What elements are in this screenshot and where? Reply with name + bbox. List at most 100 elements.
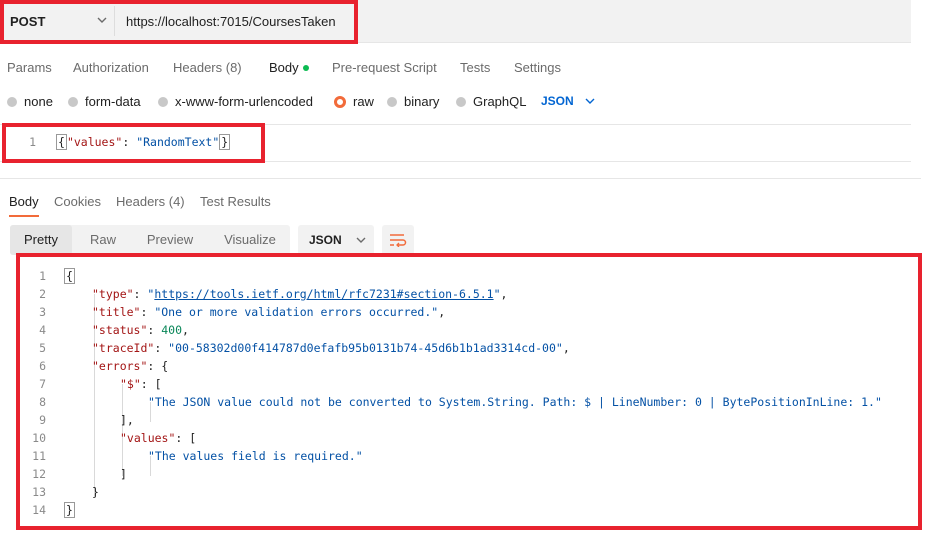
json-punctuation: } [64, 502, 75, 518]
view-raw[interactable]: Raw [76, 225, 130, 255]
radio-binary[interactable]: binary [387, 94, 439, 109]
json-punctuation: } [92, 485, 99, 499]
url-input[interactable]: https://localhost:7015/CoursesTaken [126, 14, 336, 29]
body-type-options: none form-data x-www-form-urlencoded raw… [0, 94, 936, 114]
tab-settings[interactable]: Settings [514, 60, 561, 75]
line-number: 10 [32, 431, 46, 445]
brace-close: } [219, 134, 231, 150]
method-label: POST [10, 13, 46, 29]
json-punctuation: : [147, 323, 162, 337]
radio-graphql[interactable]: GraphQL [456, 94, 526, 109]
json-punctuation: ], [120, 413, 134, 427]
json-link[interactable]: https://tools.ietf.org/html/rfc7231#sect… [154, 287, 493, 301]
line-number: 3 [39, 305, 46, 319]
radio-label: binary [404, 94, 440, 109]
tab-headers[interactable]: Headers (8) [173, 60, 242, 75]
url-bar: POST https://localhost:7015/CoursesTaken [0, 0, 911, 43]
active-tab-underline [9, 215, 39, 217]
view-preview[interactable]: Preview [134, 225, 206, 255]
line-number: 11 [32, 449, 46, 463]
tab-cookies[interactable]: Cookies [54, 194, 101, 209]
response-tabs: Body Cookies Headers (4) Test Results [0, 192, 936, 220]
code-line: "traceId": "00-58302d00f414787d0efafb95b… [92, 341, 570, 355]
radio-none[interactable]: none [7, 94, 53, 109]
json-punctuation: , [562, 341, 570, 355]
line-number: 4 [39, 323, 46, 337]
json-punctuation: : [ [140, 377, 162, 391]
code-line: "status": 400, [92, 323, 189, 337]
tab-body-label: Body [269, 60, 299, 75]
json-number: 400 [161, 323, 183, 337]
json-punctuation: { [64, 268, 75, 284]
code-line: "$": [ [120, 377, 162, 391]
method-select[interactable]: POST [6, 4, 110, 38]
tab-params[interactable]: Params [7, 60, 52, 75]
tab-tests[interactable]: Tests [460, 60, 490, 75]
json-key: "type" [92, 287, 134, 301]
code-line: "The JSON value could not be converted t… [148, 395, 882, 409]
request-body-editor[interactable]: 1 {"values": "RandomText"} [0, 124, 911, 162]
indent-guide [122, 384, 123, 476]
json-punctuation: : [ [175, 431, 197, 445]
line-number: 5 [39, 341, 46, 355]
radio-raw[interactable]: raw [334, 94, 374, 109]
radio-x-www-form-urlencoded[interactable]: x-www-form-urlencoded [158, 94, 313, 109]
json-key: "title" [92, 305, 141, 319]
response-body-viewer[interactable]: 1 {2 "type": "https://tools.ietf.org/html/… [20, 258, 918, 526]
json-string: "One or more validation errors occurred.… [154, 305, 439, 319]
json-value: "RandomText" [136, 135, 220, 149]
code-line: "errors": { [92, 359, 168, 373]
json-key: "errors" [92, 359, 148, 373]
radio-circle-icon [387, 96, 397, 107]
code-line: } [92, 485, 99, 499]
response-format-select[interactable]: JSON [298, 225, 374, 255]
radio-circle-icon [456, 96, 466, 107]
tab-response-body[interactable]: Body [9, 194, 39, 209]
brace-open: { [56, 134, 67, 150]
json-punctuation: ] [120, 467, 127, 481]
request-tabs: Params Authorization Headers (8) Body Pr… [0, 56, 936, 86]
code-line: ] [120, 467, 127, 481]
code-line: "type": "https://tools.ietf.org/html/rfc… [92, 287, 507, 301]
view-pretty[interactable]: Pretty [10, 225, 72, 255]
active-dot-icon [302, 64, 309, 71]
line-number: 1 [39, 269, 46, 283]
view-mode-toggle: Pretty Raw Preview Visualize [10, 225, 290, 255]
json-key: "status" [92, 323, 148, 337]
body-language-select[interactable]: JSON [541, 94, 596, 108]
body-language-label: JSON [541, 94, 574, 108]
response-format-label: JSON [309, 233, 342, 247]
tab-test-results[interactable]: Test Results [200, 194, 271, 209]
tab-body[interactable]: Body [269, 60, 309, 75]
json-string: "The values field is required." [148, 449, 363, 463]
line-number: 9 [39, 413, 46, 427]
radio-circle-icon [68, 96, 78, 107]
line-number: 6 [39, 359, 46, 373]
radio-circle-icon [158, 96, 168, 107]
json-key: "traceId" [92, 341, 155, 355]
line-number: 12 [32, 467, 46, 481]
divider [114, 6, 115, 36]
json-colon: : [122, 135, 137, 149]
json-punctuation: , [438, 305, 446, 319]
line-number: 1 [29, 135, 36, 149]
wrap-lines-icon [390, 234, 407, 247]
view-visualize[interactable]: Visualize [210, 225, 290, 255]
radio-circle-icon [7, 96, 17, 107]
tab-response-headers[interactable]: Headers (4) [116, 194, 185, 209]
line-number: 7 [39, 377, 46, 391]
json-punctuation: : [154, 341, 169, 355]
json-key: "$" [120, 377, 141, 391]
tab-pre-request-script[interactable]: Pre-request Script [332, 60, 437, 75]
radio-label: raw [353, 94, 374, 109]
json-key: "values" [66, 135, 123, 149]
code-line: "values": [ [120, 431, 196, 445]
wrap-lines-button[interactable] [382, 225, 414, 255]
radio-label: x-www-form-urlencoded [175, 94, 313, 109]
radio-selected-icon [334, 95, 346, 108]
divider [0, 178, 921, 179]
code-line: } [64, 502, 75, 518]
tab-authorization[interactable]: Authorization [73, 60, 149, 75]
radio-form-data[interactable]: form-data [68, 94, 141, 109]
line-number: 2 [39, 287, 46, 301]
